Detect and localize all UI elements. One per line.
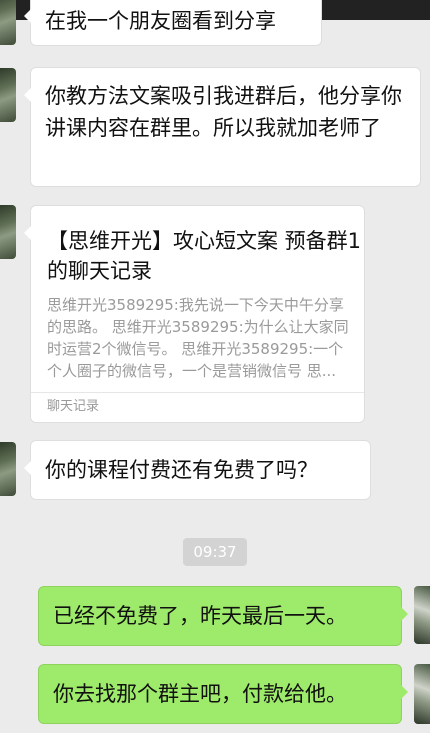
self-avatar[interactable] [414, 664, 430, 724]
timestamp-badge: 09:37 [183, 538, 247, 566]
chat-history-card[interactable]: 【思维开光】攻心短文案 预备群1的聊天记录 思维开光3589295:我先说一下今… [24, 205, 365, 423]
contact-avatar[interactable] [0, 205, 16, 259]
message-bubble-outgoing[interactable]: 已经不免费了，昨天最后一天。 [38, 586, 408, 646]
message-text: 在我一个朋友圈看到分享 [45, 9, 276, 33]
message-bubble-incoming[interactable]: 在我一个朋友圈看到分享 [24, 0, 322, 46]
message-bubble-incoming[interactable]: 你的课程付费还有免费了吗？ [24, 440, 371, 500]
message-text: 已经不免费了，昨天最后一天。 [53, 604, 347, 628]
contact-avatar[interactable] [0, 442, 16, 496]
contact-avatar[interactable] [0, 0, 16, 45]
message-bubble-outgoing[interactable]: 你去找那个群主吧，付款给他。 [38, 664, 408, 724]
message-text: 你的课程付费还有免费了吗？ [45, 458, 318, 482]
message-text: 你去找那个群主吧，付款给他。 [53, 682, 347, 706]
card-divider [31, 392, 364, 393]
self-avatar[interactable] [414, 586, 430, 644]
contact-avatar[interactable] [0, 68, 16, 122]
message-text: 你教方法文案吸引我进群后，他分享你讲课内容在群里。所以我就加老师了 [45, 84, 402, 140]
card-preview: 思维开光3589295:我先说一下今天中午分享的思路。 思维开光3589295:… [47, 296, 349, 380]
card-footer-label: 聊天记录 [47, 399, 100, 414]
message-bubble-incoming[interactable]: 你教方法文案吸引我进群后，他分享你讲课内容在群里。所以我就加老师了 [24, 67, 421, 187]
card-title: 【思维开光】攻心短文案 预备群1的聊天记录 [47, 229, 362, 283]
